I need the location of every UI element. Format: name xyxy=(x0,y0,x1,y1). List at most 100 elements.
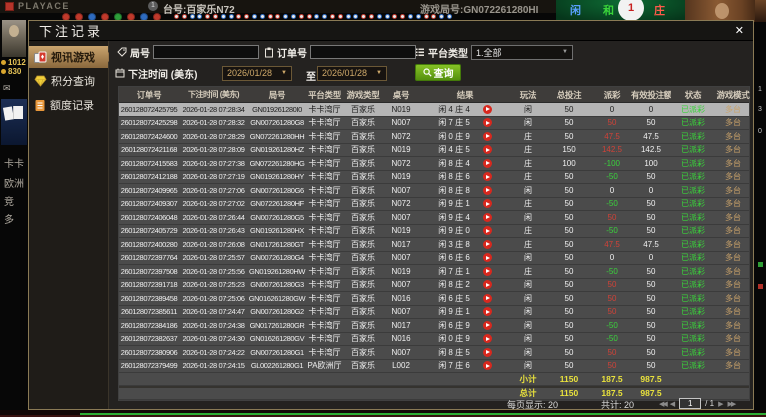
date-from-picker[interactable]: 2026/01/28 ▼ xyxy=(222,66,292,81)
bead-icon xyxy=(431,14,436,19)
replay-button[interactable] xyxy=(483,159,492,168)
column-header: 游戏模式 xyxy=(715,89,751,101)
total-bet-cell: 50 xyxy=(545,240,593,249)
replay-button[interactable] xyxy=(483,334,492,343)
payout-cell: 50 xyxy=(593,307,631,316)
game-type-cell: 百家乐 xyxy=(343,279,383,290)
result-cell: 闲 6 庄 6 xyxy=(419,252,511,263)
game-mode-cell: 多台 xyxy=(715,131,751,142)
result-cell: 闲 8 庄 8 xyxy=(419,185,511,196)
round-no-input[interactable] xyxy=(153,45,259,59)
game-mode-cell: 多台 xyxy=(715,198,751,209)
replay-button[interactable] xyxy=(483,226,492,235)
table-row[interactable]: 2601280723809062026-01-28 07:24:22GN0072… xyxy=(119,346,749,360)
status-cell: 已派彩 xyxy=(671,252,715,263)
game-type-cell: 百家乐 xyxy=(343,266,383,277)
replay-button[interactable] xyxy=(483,253,492,262)
table-row[interactable]: 2601280724155832026-01-28 07:27:38GN0722… xyxy=(119,157,749,171)
table-row[interactable]: 2601280724093072026-01-28 07:27:02GN0722… xyxy=(119,198,749,212)
bet-time-cell: 2026-01-28 07:28:34 xyxy=(179,105,248,114)
search-button-label: 查询 xyxy=(434,65,454,80)
table-row[interactable]: 2601280724002802026-01-28 07:26:08GN0172… xyxy=(119,238,749,252)
status-cell: 已派彩 xyxy=(671,117,715,128)
game-mode-cell: 多台 xyxy=(715,306,751,317)
play-type-cell: 闲 xyxy=(511,104,545,115)
replay-button[interactable] xyxy=(483,307,492,316)
payout-cell: -100 xyxy=(593,159,631,168)
game-type-cell: 百家乐 xyxy=(343,239,383,250)
replay-button[interactable] xyxy=(483,118,492,127)
table-row[interactable]: 2601280724257952026-01-28 07:28:34GN0192… xyxy=(119,103,749,117)
round-no-cell: GL002261280G1 xyxy=(248,361,306,370)
payout-cell: -50 xyxy=(593,199,631,208)
table-row[interactable]: 2601280723977642026-01-28 07:25:57GN0072… xyxy=(119,252,749,266)
close-button[interactable]: ✕ xyxy=(735,25,744,37)
table-row[interactable]: 2601280724121882026-01-28 07:27:19GN0192… xyxy=(119,171,749,185)
table-row[interactable]: 2601280724060482026-01-28 07:26:44GN0072… xyxy=(119,211,749,225)
table-row[interactable]: 2601280723841862026-01-28 07:24:38GN0172… xyxy=(119,319,749,333)
replay-button[interactable] xyxy=(483,321,492,330)
to-label: 至 xyxy=(306,68,316,83)
bet-time-cell: 2026-01-28 07:26:43 xyxy=(179,226,248,235)
replay-button[interactable] xyxy=(483,186,492,195)
column-header: 平台类型 xyxy=(306,89,343,101)
game-type-cell: 百家乐 xyxy=(343,144,383,155)
replay-button[interactable] xyxy=(483,267,492,276)
sidebar-item-label: 视讯游戏 xyxy=(51,49,95,65)
search-button[interactable]: 查询 xyxy=(415,64,461,81)
replay-button[interactable] xyxy=(483,361,492,370)
replay-button[interactable] xyxy=(483,132,492,141)
clipboard-icon xyxy=(264,47,274,58)
replay-button[interactable] xyxy=(483,199,492,208)
date-to-picker[interactable]: 2026/01/28 ▼ xyxy=(317,66,387,81)
total-count-label: 共计: 20 xyxy=(601,398,634,411)
replay-button[interactable] xyxy=(483,240,492,249)
order-no-input[interactable] xyxy=(310,45,416,59)
round-no-cell: GN017261280GR xyxy=(248,321,306,330)
replay-button[interactable] xyxy=(483,105,492,114)
play-type-cell: 闲 xyxy=(511,360,545,371)
platform-cell: 卡卡湾厅 xyxy=(306,306,343,317)
table-row[interactable]: 2601280724211682026-01-28 07:28:09GN0192… xyxy=(119,144,749,158)
platform-select[interactable]: 1.全部 ▼ xyxy=(471,45,573,60)
sidebar-item-label: 额度记录 xyxy=(50,97,94,113)
order-no-cell: 260128072412188 xyxy=(119,172,179,181)
table-row[interactable]: 2601280723856112026-01-28 07:24:47GN0072… xyxy=(119,306,749,320)
replay-button[interactable] xyxy=(483,280,492,289)
prev-page-button[interactable]: ◀ xyxy=(670,400,675,408)
play-type-cell: 闲 xyxy=(511,306,545,317)
result-text: 闲 7 庄 1 xyxy=(438,266,470,277)
round-no-cell: GN019261280HW xyxy=(248,267,306,276)
bead-icon xyxy=(377,14,382,19)
table-row[interactable]: 2601280724246002026-01-28 07:28:29GN0722… xyxy=(119,130,749,144)
table-row[interactable]: 2601280723917182026-01-28 07:25:23GN0072… xyxy=(119,279,749,293)
replay-button[interactable] xyxy=(483,348,492,357)
round-no-cell: GN007261280G8 xyxy=(248,118,306,127)
table-row[interactable]: 2601280723975082026-01-28 07:25:56GN0192… xyxy=(119,265,749,279)
next-page-button[interactable]: ▶ xyxy=(718,400,723,408)
table-row[interactable]: 2601280723794992026-01-28 07:24:15GL0022… xyxy=(119,360,749,374)
first-page-button[interactable]: ◀◀ xyxy=(659,400,666,408)
table-row[interactable]: 2601280723894582026-01-28 07:25:06GN0162… xyxy=(119,292,749,306)
order-no-cell: 260128072380906 xyxy=(119,348,179,357)
replay-button[interactable] xyxy=(483,213,492,222)
bet-time-cell: 2026-01-28 07:25:56 xyxy=(179,267,248,276)
platform-cell: 卡卡湾厅 xyxy=(306,212,343,223)
table-row[interactable]: 2601280723826372026-01-28 07:24:30GN0162… xyxy=(119,333,749,347)
table-row[interactable]: 2601280724252982026-01-28 07:28:32GN0072… xyxy=(119,117,749,131)
table-row[interactable]: 2601280724057292026-01-28 07:26:43GN0192… xyxy=(119,225,749,239)
page-input[interactable]: 1 xyxy=(679,398,701,409)
sidebar-item-video-games[interactable]: 视讯游戏 xyxy=(29,46,108,68)
replay-button[interactable] xyxy=(483,294,492,303)
order-no-cell: 260128072397508 xyxy=(119,267,179,276)
sidebar-item-points-query[interactable]: 积分查询 xyxy=(29,70,108,92)
dialog-sidebar: 视讯游戏积分查询额度记录 xyxy=(29,41,109,409)
sidebar-item-quota-records[interactable]: 额度记录 xyxy=(29,94,108,116)
replay-button[interactable] xyxy=(483,145,492,154)
replay-button[interactable] xyxy=(483,172,492,181)
last-page-button[interactable]: ▶▶ xyxy=(727,400,734,408)
play-type-cell: 闲 xyxy=(511,320,545,331)
payout-cell: 47.5 xyxy=(593,240,631,249)
table-no-cell: N019 xyxy=(383,172,419,181)
table-row[interactable]: 2601280724099652026-01-28 07:27:06GN0072… xyxy=(119,184,749,198)
